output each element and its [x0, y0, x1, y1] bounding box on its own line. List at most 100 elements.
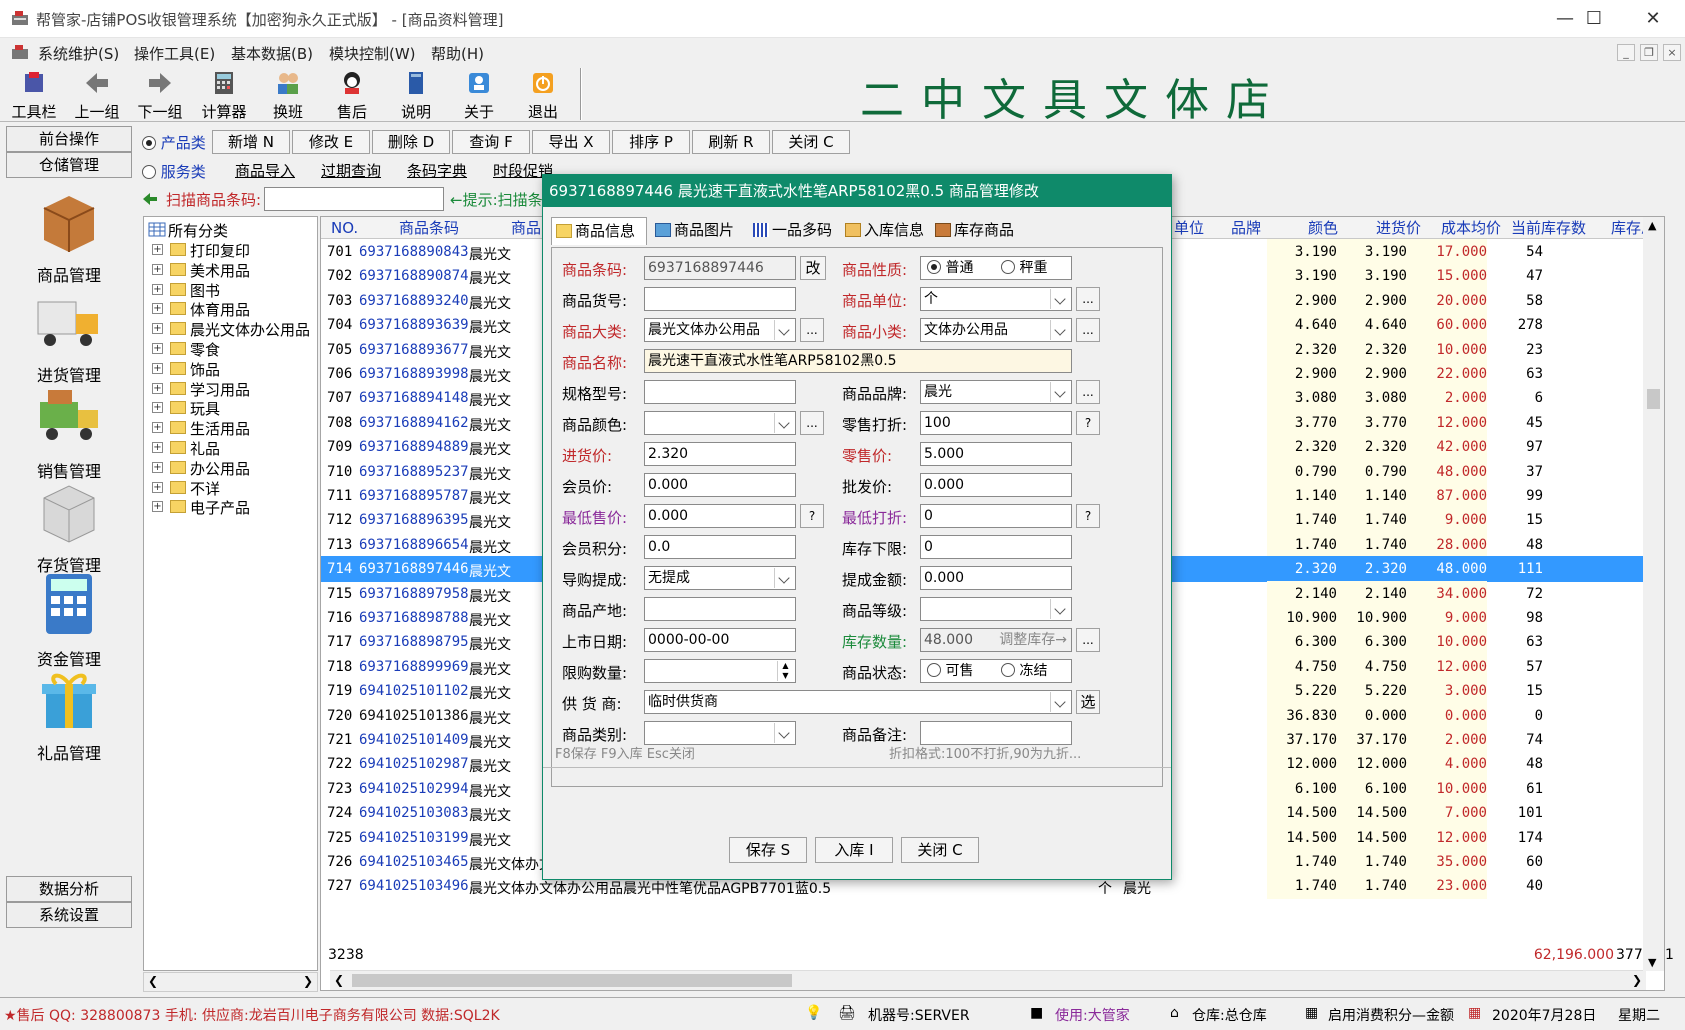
nav-sales-management[interactable]: 销售管理 [10, 384, 128, 482]
spec-field[interactable] [644, 380, 796, 404]
toolbar-button[interactable]: 工具栏 [5, 68, 63, 121]
nature-normal-radio[interactable]: 普通 [927, 257, 973, 279]
subcategory-more-button[interactable]: ... [1076, 318, 1100, 342]
itemno-field[interactable] [644, 287, 796, 311]
delete-button[interactable]: 删除 D [372, 130, 450, 154]
expand-icon[interactable]: + [152, 303, 163, 315]
export-button[interactable]: 导出 X [532, 130, 610, 154]
manual-button[interactable]: 说明 [387, 68, 445, 121]
unit-more-button[interactable]: ... [1076, 287, 1100, 311]
expand-icon[interactable]: + [152, 244, 163, 255]
mdi-close-icon[interactable]: × [1663, 44, 1681, 61]
subcategory-select[interactable]: 文体办公用品 [920, 318, 1072, 342]
retail-discount-field[interactable]: 100 [920, 411, 1072, 435]
col-name[interactable]: 商品 [511, 217, 541, 239]
commission-select[interactable]: 无提成 [644, 566, 796, 590]
save-button[interactable]: 保存 S [729, 837, 807, 863]
menu-help[interactable]: 帮助(H) [431, 43, 484, 64]
min-price-help-button[interactable]: ? [800, 504, 824, 528]
prev-group-button[interactable]: 上一组 [68, 68, 126, 121]
link-import[interactable]: 商品导入 [235, 160, 295, 181]
edit-button[interactable]: 修改 E [292, 130, 370, 154]
stock-qty-field[interactable]: 48.000 调整库存→ [920, 628, 1072, 652]
barcode-field[interactable]: 6937168897446 [644, 256, 796, 280]
shift-change-button[interactable]: 换班 [259, 68, 317, 121]
refresh-button[interactable]: 刷新 R [692, 130, 770, 154]
expand-icon[interactable]: + [152, 501, 163, 513]
sort-button[interactable]: 排序 P [612, 130, 690, 154]
query-button[interactable]: 查询 F [452, 130, 530, 154]
min-discount-field[interactable]: 0 [920, 504, 1072, 528]
expand-icon[interactable]: + [152, 283, 163, 295]
grid-hscrollbar[interactable]: ❮ ❯ [330, 970, 1646, 990]
category-select[interactable]: 晨光文体办公用品 [644, 318, 796, 342]
col-barcode[interactable]: 商品条码 [399, 217, 459, 239]
grade-select[interactable] [920, 597, 1072, 621]
nature-weight-radio[interactable]: 秤重 [1001, 257, 1047, 279]
stock-more-button[interactable]: ... [1076, 628, 1100, 652]
expand-icon[interactable]: + [152, 422, 163, 434]
purchase-price-field[interactable]: 2.320 [644, 442, 796, 466]
stock-in-button[interactable]: 入库 I [815, 837, 893, 863]
next-group-button[interactable]: 下一组 [131, 68, 189, 121]
add-button[interactable]: 新增 N [212, 130, 290, 154]
scan-input[interactable] [264, 187, 444, 211]
col-no[interactable]: NO. [331, 217, 358, 239]
nav-product-management[interactable]: 商品管理 [10, 188, 128, 286]
status-sell-radio[interactable]: 可售 [927, 660, 973, 682]
link-expired[interactable]: 过期查询 [321, 160, 381, 181]
nav-purchase-management[interactable]: 进货管理 [10, 288, 128, 386]
link-barcode-dict[interactable]: 条码字典 [407, 160, 467, 181]
menu-basedata[interactable]: 基本数据(B) [231, 43, 313, 64]
tab-stockin-info[interactable]: 入库信息 [845, 217, 924, 245]
warehouse-button[interactable]: 仓储管理 [6, 152, 132, 178]
stock-floor-field[interactable]: 0 [920, 535, 1072, 559]
expand-icon[interactable]: + [152, 402, 163, 414]
supplier-select-button[interactable]: 选 [1076, 690, 1100, 714]
data-analysis-button[interactable]: 数据分析 [6, 876, 132, 902]
min-discount-help-button[interactable]: ? [1076, 504, 1100, 528]
supplier-select[interactable]: 临时供货商 [644, 690, 1072, 714]
menu-modules[interactable]: 模块控制(W) [329, 43, 416, 64]
type-select[interactable] [644, 721, 796, 745]
adjust-stock-link[interactable]: 调整库存→ [999, 629, 1067, 651]
close-icon[interactable]: ✕ [1633, 6, 1673, 32]
tree-hscrollbar[interactable]: ❮ ❯ [143, 972, 318, 992]
grid-vscrollbar[interactable]: ▲ ▼ [1643, 217, 1664, 971]
product-radio[interactable]: 产品类 [142, 132, 206, 153]
close-dialog-button[interactable]: 关闭 C [901, 837, 979, 863]
tab-product-image[interactable]: 商品图片 [655, 217, 734, 245]
close-list-button[interactable]: 关闭 C [772, 130, 850, 154]
origin-field[interactable] [644, 597, 796, 621]
expand-icon[interactable]: + [152, 323, 163, 335]
nav-inventory-management[interactable]: 存货管理 [10, 478, 128, 576]
points-field[interactable]: 0.0 [644, 535, 796, 559]
color-more-button[interactable]: ... [800, 411, 824, 435]
color-select[interactable] [644, 411, 796, 435]
status-freeze-radio[interactable]: 冻结 [1001, 660, 1047, 682]
expand-icon[interactable]: + [152, 362, 163, 374]
after-sales-button[interactable]: 售后 [323, 68, 381, 121]
remark-field[interactable] [920, 721, 1072, 745]
col-brand[interactable]: 品牌 [1231, 217, 1261, 239]
maximize-icon[interactable]: ☐ [1574, 6, 1614, 32]
limit-stepper[interactable]: ▲ ▼ [644, 659, 796, 683]
menu-system[interactable]: 系统维护(S) [38, 43, 119, 64]
col-color[interactable]: 颜色 [1308, 217, 1338, 239]
col-cost[interactable]: 成本均价 [1441, 217, 1501, 239]
name-field[interactable]: 晨光速干直液式水性笔ARP58102黑0.5 [644, 349, 1072, 373]
expand-icon[interactable]: + [152, 263, 163, 275]
menu-tools[interactable]: 操作工具(E) [134, 43, 215, 64]
tab-stock-products[interactable]: 库存商品 [935, 217, 1014, 245]
retail-price-field[interactable]: 5.000 [920, 442, 1072, 466]
commission-amount-field[interactable]: 0.000 [920, 566, 1072, 590]
member-price-field[interactable]: 0.000 [644, 473, 796, 497]
mdi-restore-icon[interactable]: ❐ [1640, 44, 1658, 61]
edit-barcode-button[interactable]: 改 [800, 256, 826, 280]
col-stock[interactable]: 当前库存数 [1511, 217, 1586, 239]
front-desk-button[interactable]: 前台操作 [6, 126, 132, 152]
expand-icon[interactable]: + [152, 343, 163, 354]
about-button[interactable]: 关于 [450, 68, 508, 121]
tab-product-info[interactable]: 商品信息 [551, 217, 647, 245]
system-settings-button[interactable]: 系统设置 [6, 902, 132, 928]
